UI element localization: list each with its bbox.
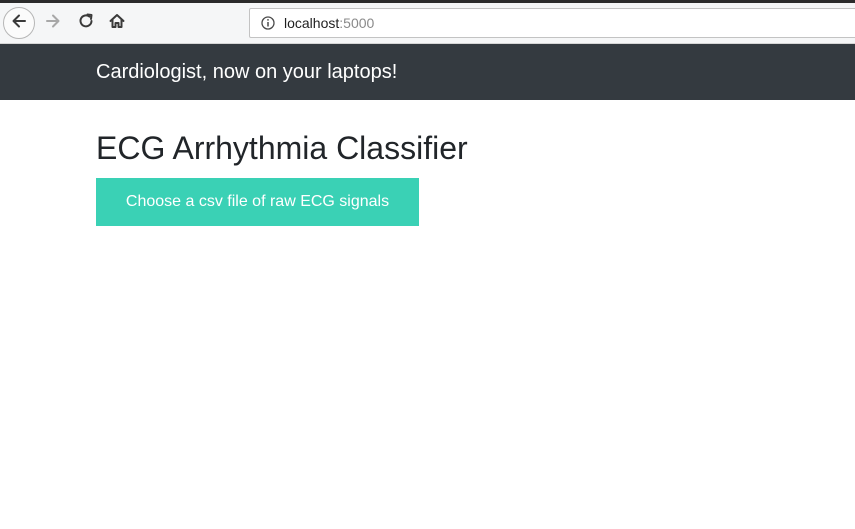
arrow-right-icon — [44, 12, 62, 35]
navbar: Cardiologist, now on your laptops! — [0, 44, 855, 100]
back-button[interactable] — [3, 7, 35, 39]
home-icon — [108, 12, 126, 35]
arrow-left-icon — [10, 12, 28, 35]
url-text[interactable]: localhost:5000 — [284, 15, 374, 31]
url-port: :5000 — [339, 15, 375, 31]
choose-csv-button[interactable]: Choose a csv file of raw ECG signals — [96, 178, 419, 226]
forward-button[interactable] — [40, 9, 66, 37]
choose-csv-button-label: Choose a csv file of raw ECG signals — [125, 193, 390, 210]
info-icon[interactable] — [260, 15, 276, 31]
url-bar[interactable]: localhost:5000 — [249, 8, 855, 38]
reload-icon — [77, 12, 95, 35]
browser-toolbar: localhost:5000 — [0, 3, 855, 44]
page-title: ECG Arrhythmia Classifier — [96, 130, 468, 166]
home-button[interactable] — [104, 9, 130, 37]
url-host: localhost — [284, 15, 340, 31]
reload-button[interactable] — [73, 9, 99, 37]
navbar-brand[interactable]: Cardiologist, now on your laptops! — [96, 61, 397, 84]
